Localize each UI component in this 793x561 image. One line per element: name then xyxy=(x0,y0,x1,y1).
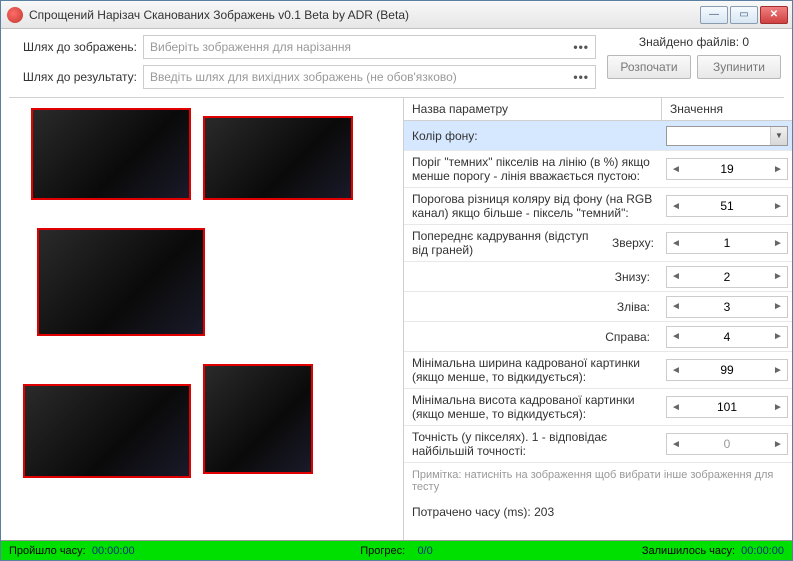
param-label: Знизу: xyxy=(404,262,662,291)
spinner-value: 99 xyxy=(685,363,769,377)
param-label: Мінімальна висота кадрованої картинки (я… xyxy=(404,389,662,425)
browse-input-icon[interactable]: ••• xyxy=(573,40,589,54)
number-spinner[interactable]: ◄51► xyxy=(666,195,788,217)
number-spinner[interactable]: ◄4► xyxy=(666,326,788,348)
param-row: Попереднє кадрування (відступ від граней… xyxy=(404,225,792,262)
input-path-placeholder: Виберіть зображення для нарізання xyxy=(150,40,573,54)
close-button[interactable]: ✕ xyxy=(760,6,788,24)
stop-button[interactable]: Зупинити xyxy=(697,55,781,79)
header-value: Значення xyxy=(662,98,792,120)
param-row: Мінімальна висота кадрованої картинки (я… xyxy=(404,389,792,426)
param-row: Колір фону: ▼ xyxy=(404,121,792,151)
preview-panel[interactable] xyxy=(1,98,403,540)
params-panel: Назва параметру Значення Колір фону: ▼ Пор… xyxy=(403,98,792,540)
param-label: Мінімальна ширина кадрованої картинки (я… xyxy=(404,352,662,388)
param-row: Зліва:◄3► xyxy=(404,292,792,322)
window-title: Спрощений Нарізач Сканованих Зображень v… xyxy=(29,8,700,22)
increment-icon[interactable]: ► xyxy=(769,271,787,282)
minimize-button[interactable]: — xyxy=(700,6,728,24)
param-row: Порогова різниця коляру від фону (на RGB… xyxy=(404,188,792,225)
decrement-icon[interactable]: ◄ xyxy=(667,238,685,249)
elapsed-text: Потрачено часу (ms): 203 xyxy=(404,499,792,525)
spinner-value: 2 xyxy=(685,270,769,284)
param-row: Знизу:◄2► xyxy=(404,262,792,292)
browse-output-icon[interactable]: ••• xyxy=(573,70,589,84)
decrement-icon[interactable]: ◄ xyxy=(667,402,685,413)
increment-icon[interactable]: ► xyxy=(769,301,787,312)
color-picker[interactable]: ▼ xyxy=(666,126,788,146)
number-spinner[interactable]: ◄2► xyxy=(666,266,788,288)
output-path-placeholder: Введіть шлях для вихідних зображень (не … xyxy=(150,70,573,84)
decrement-icon[interactable]: ◄ xyxy=(667,439,685,450)
param-label: Колір фону: xyxy=(404,121,662,150)
chevron-down-icon[interactable]: ▼ xyxy=(771,127,787,145)
number-spinner[interactable]: ◄1► xyxy=(666,232,788,254)
status-bar: Пройшло часу: 00:00:00 Прогрес: 0/0 Зали… xyxy=(1,540,792,560)
crop-thumbnail[interactable] xyxy=(23,384,191,478)
param-row: Поріг "темних" пікселів на лінію (в %) я… xyxy=(404,151,792,188)
spinner-value: 1 xyxy=(685,236,769,250)
decrement-icon[interactable]: ◄ xyxy=(667,201,685,212)
spinner-value: 0 xyxy=(685,437,769,451)
header-param: Назва параметру xyxy=(404,98,662,120)
spinner-value: 101 xyxy=(685,400,769,414)
maximize-button[interactable]: ▭ xyxy=(730,6,758,24)
start-button[interactable]: Розпочати xyxy=(607,55,691,79)
number-spinner[interactable]: ◄0► xyxy=(666,433,788,455)
app-icon xyxy=(7,7,23,23)
param-row: Справа:◄4► xyxy=(404,322,792,352)
spinner-value: 3 xyxy=(685,300,769,314)
input-path-field[interactable]: Виберіть зображення для нарізання ••• xyxy=(143,35,596,59)
param-row: Мінімальна ширина кадрованої картинки (я… xyxy=(404,352,792,389)
decrement-icon[interactable]: ◄ xyxy=(667,164,685,175)
titlebar[interactable]: Спрощений Нарізач Сканованих Зображень v… xyxy=(1,1,792,29)
decrement-icon[interactable]: ◄ xyxy=(667,301,685,312)
increment-icon[interactable]: ► xyxy=(769,238,787,249)
param-label: Точність (у пікселях). 1 - відповідає на… xyxy=(404,426,662,462)
crop-thumbnail[interactable] xyxy=(31,108,191,200)
increment-icon[interactable]: ► xyxy=(769,201,787,212)
crop-thumbnail[interactable] xyxy=(37,228,205,336)
param-label: Зліва: xyxy=(404,292,662,321)
param-row: Точність (у пікселях). 1 - відповідає на… xyxy=(404,426,792,463)
spinner-value: 19 xyxy=(685,162,769,176)
crop-thumbnail[interactable] xyxy=(203,116,353,200)
decrement-icon[interactable]: ◄ xyxy=(667,365,685,376)
decrement-icon[interactable]: ◄ xyxy=(667,331,685,342)
output-path-label: Шлях до результату: xyxy=(9,70,137,84)
increment-icon[interactable]: ► xyxy=(769,365,787,376)
spinner-value: 51 xyxy=(685,199,769,213)
param-label: Справа: xyxy=(404,322,662,351)
number-spinner[interactable]: ◄19► xyxy=(666,158,788,180)
main-window: Спрощений Нарізач Сканованих Зображень v… xyxy=(0,0,793,561)
param-label: Порогова різниця коляру від фону (на RGB… xyxy=(404,188,662,224)
increment-icon[interactable]: ► xyxy=(769,439,787,450)
number-spinner[interactable]: ◄99► xyxy=(666,359,788,381)
spinner-value: 4 xyxy=(685,330,769,344)
input-path-label: Шлях до зображень: xyxy=(9,40,137,54)
increment-icon[interactable]: ► xyxy=(769,164,787,175)
increment-icon[interactable]: ► xyxy=(769,402,787,413)
param-label: Поріг "темних" пікселів на лінію (в %) я… xyxy=(404,151,662,187)
found-files-label: Знайдено файлів: 0 xyxy=(639,35,749,49)
note-text: Примітка: натисніть на зображення щоб ви… xyxy=(404,463,792,499)
output-path-field[interactable]: Введіть шлях для вихідних зображень (не … xyxy=(143,65,596,89)
number-spinner[interactable]: ◄3► xyxy=(666,296,788,318)
number-spinner[interactable]: ◄101► xyxy=(666,396,788,418)
param-label: Попереднє кадрування (відступ від граней… xyxy=(404,225,662,261)
decrement-icon[interactable]: ◄ xyxy=(667,271,685,282)
increment-icon[interactable]: ► xyxy=(769,331,787,342)
crop-thumbnail[interactable] xyxy=(203,364,313,474)
